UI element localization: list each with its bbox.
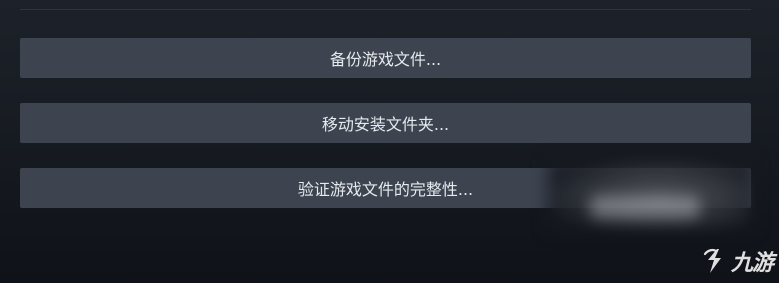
nine-game-logo-icon: [703, 248, 721, 273]
blurred-text: [590, 196, 700, 218]
top-divider: [20, 9, 751, 10]
move-install-folder-button[interactable]: 移动安装文件夹...: [20, 103, 751, 143]
move-install-folder-label: 移动安装文件夹...: [321, 115, 450, 134]
blurred-glow: [549, 158, 749, 230]
backup-game-files-button[interactable]: 备份游戏文件...: [20, 38, 751, 78]
backup-game-files-label: 备份游戏文件...: [329, 50, 442, 69]
watermark-text: 九游: [730, 251, 774, 276]
verify-game-files-label: 验证游戏文件的完整性...: [297, 180, 474, 199]
watermark-logo: 九游: [699, 245, 774, 277]
